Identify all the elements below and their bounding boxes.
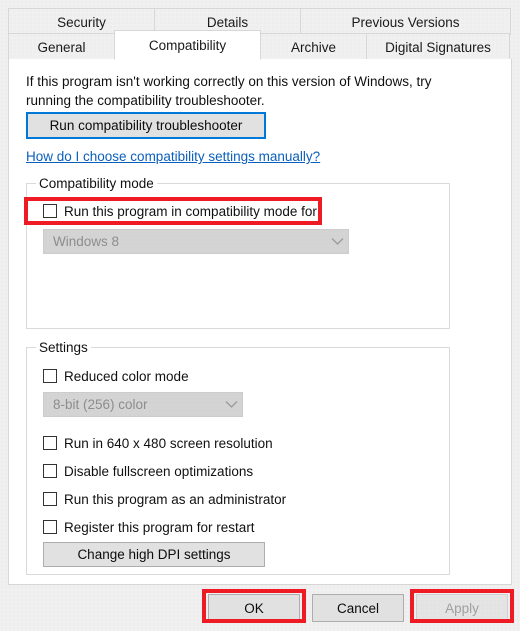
tab-archive-label: Archive (290, 39, 336, 55)
color-depth-select-value: 8-bit (256) color (53, 397, 148, 412)
register-for-restart-checkbox-row[interactable]: Register this program for restart (43, 518, 255, 536)
run-as-administrator-label: Run this program as an administrator (64, 491, 287, 507)
compatibility-os-select[interactable]: Windows 8 (43, 229, 349, 254)
settings-legend: Settings (36, 340, 91, 355)
tab-security-label: Security (57, 14, 106, 30)
reduced-color-mode-checkbox-row[interactable]: Reduced color mode (43, 367, 189, 385)
tab-row-2: General Compatibility Archive Digital Si… (8, 30, 512, 60)
run-compatibility-troubleshooter-label: Run compatibility troubleshooter (49, 118, 243, 133)
run-640x480-checkbox-row[interactable]: Run in 640 x 480 screen resolution (43, 434, 273, 452)
tab-digital-signatures-label: Digital Signatures (385, 39, 491, 55)
settings-group: Settings Reduced color mode 8-bit (256) … (26, 340, 450, 575)
disable-fullscreen-optimizations-label: Disable fullscreen optimizations (64, 463, 254, 479)
register-for-restart-label: Register this program for restart (64, 519, 255, 535)
chevron-down-icon (220, 400, 242, 409)
compatibility-tab-panel: If this program isn't working correctly … (8, 59, 512, 615)
tab-compatibility[interactable]: Compatibility (114, 30, 261, 60)
properties-dialog: Security Details Previous Versions Gener… (0, 0, 520, 631)
compatibility-mode-legend: Compatibility mode (36, 176, 157, 191)
tab-strip: Security Details Previous Versions Gener… (0, 0, 520, 62)
dialog-footer: OK Cancel Apply (0, 586, 520, 631)
register-for-restart-checkbox[interactable] (43, 520, 57, 534)
change-high-dpi-settings-button[interactable]: Change high DPI settings (43, 542, 265, 567)
ok-button-label: OK (244, 600, 264, 616)
ok-button[interactable]: OK (208, 594, 300, 622)
run-as-administrator-checkbox-row[interactable]: Run this program as an administrator (43, 490, 286, 508)
chevron-down-icon (326, 237, 348, 246)
apply-button-label: Apply (445, 600, 479, 616)
run-640x480-label: Run in 640 x 480 screen resolution (64, 435, 273, 451)
tab-details-label: Details (206, 14, 249, 30)
choose-settings-manually-link[interactable]: How do I choose compatibility settings m… (26, 149, 320, 164)
tab-digital-signatures[interactable]: Digital Signatures (366, 33, 510, 60)
compatibility-mode-group: Compatibility mode Run this program in c… (26, 176, 450, 329)
tab-general[interactable]: General (8, 33, 115, 60)
compatibility-os-select-value: Windows 8 (53, 234, 120, 249)
color-depth-select[interactable]: 8-bit (256) color (43, 392, 243, 417)
disable-fullscreen-optimizations-checkbox[interactable] (43, 464, 57, 478)
run-as-administrator-checkbox[interactable] (43, 492, 57, 506)
tab-compatibility-label: Compatibility (148, 37, 227, 53)
cancel-button-label: Cancel (336, 600, 380, 616)
run-640x480-checkbox[interactable] (43, 436, 57, 450)
apply-button[interactable]: Apply (416, 594, 508, 622)
run-compatibility-troubleshooter-button[interactable]: Run compatibility troubleshooter (26, 112, 266, 139)
change-high-dpi-settings-label: Change high DPI settings (77, 547, 231, 562)
tab-previous-versions-label: Previous Versions (351, 14, 460, 30)
disable-fullscreen-optimizations-checkbox-row[interactable]: Disable fullscreen optimizations (43, 462, 253, 480)
cancel-button[interactable]: Cancel (312, 594, 404, 622)
reduced-color-mode-checkbox[interactable] (43, 369, 57, 383)
reduced-color-mode-label: Reduced color mode (64, 368, 189, 384)
intro-text: If this program isn't working correctly … (26, 74, 432, 108)
compatibility-mode-checkbox-row[interactable]: Run this program in compatibility mode f… (43, 202, 321, 220)
tab-previous-versions[interactable]: Previous Versions (300, 8, 511, 35)
tab-archive[interactable]: Archive (260, 33, 367, 60)
compatibility-mode-checkbox[interactable] (43, 204, 57, 218)
compatibility-mode-checkbox-label: Run this program in compatibility mode f… (64, 203, 321, 219)
tab-general-label: General (37, 39, 86, 55)
